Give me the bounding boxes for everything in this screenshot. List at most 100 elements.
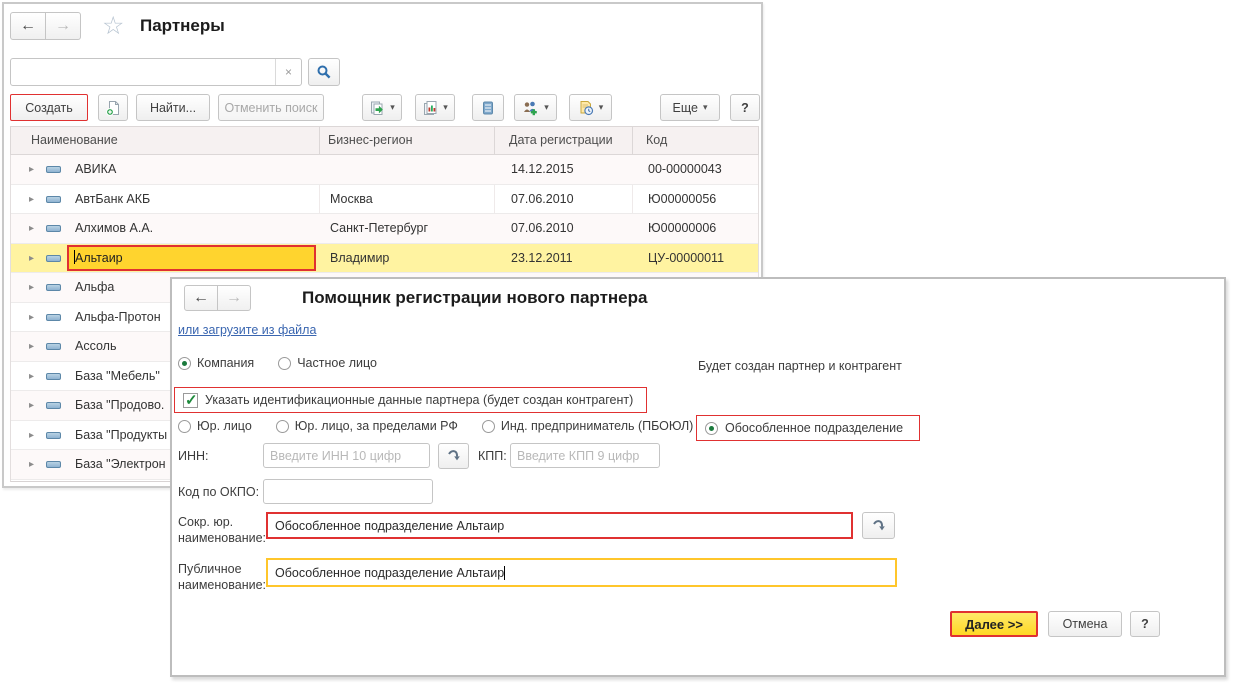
identify-data-checkbox[interactable] [183,393,198,408]
cell-name[interactable]: Алхимов А.А. [75,214,153,243]
back-icon: ← [193,289,209,307]
expand-arrow-icon[interactable]: ▸ [29,332,34,361]
create-button[interactable]: Создать [10,94,88,121]
expand-arrow-icon[interactable]: ▸ [29,155,34,184]
partner-item-icon [46,343,61,350]
column-divider [319,127,320,154]
cell-region[interactable]: Владимир [330,244,389,273]
wizard-title: Помощник регистрации нового партнера [302,288,647,308]
cell-name[interactable]: Альфа-Протон [75,303,161,332]
create-based-on-button[interactable]: ▾ [514,94,557,121]
cell-code[interactable]: Ю00000006 [648,214,716,243]
cell-name[interactable]: АвтБанк АКБ [75,185,150,214]
inn-input[interactable] [263,443,430,468]
selected-name-cell[interactable]: Альтаир [67,245,316,271]
table-row-selected[interactable]: ▸ Альтаир Владимир 23.12.2011 ЦУ-0000001… [11,244,758,274]
partner-item-icon [46,284,61,291]
search-icon [316,64,332,80]
reports-button[interactable]: ▾ [415,94,455,121]
output-list-button[interactable]: ▾ [362,94,402,121]
fill-arrow-icon [871,518,887,534]
cell-name[interactable]: Ассоль [75,332,116,361]
column-header-name[interactable]: Наименование [31,127,118,154]
expand-arrow-icon[interactable]: ▸ [29,362,34,391]
expand-arrow-icon[interactable]: ▸ [29,185,34,214]
inn-label: ИНН: [178,449,209,463]
expand-arrow-icon[interactable]: ▸ [29,244,34,273]
help-button[interactable]: ? [730,94,760,121]
radio-legal-foreign[interactable] [276,420,289,433]
cell-name[interactable]: Альфа [75,273,114,302]
table-row[interactable]: ▸ АВИКА 14.12.2015 00-00000043 [11,155,758,185]
search-box: × [10,58,302,86]
cell-date[interactable]: 14.12.2015 [511,155,574,184]
cell-name[interactable]: База "Мебель" [75,362,160,391]
history-button[interactable]: ▾ [569,94,612,121]
table-row[interactable]: ▸ Алхимов А.А. Санкт-Петербург 07.06.201… [11,214,758,244]
column-header-date[interactable]: Дата регистрации [509,127,613,154]
expand-arrow-icon[interactable]: ▸ [29,303,34,332]
partner-item-icon [46,196,61,203]
more-button[interactable]: Еще ▾ [660,94,720,121]
fill-public-name-button[interactable] [862,512,895,539]
wizard-history-nav: ← → [184,285,251,311]
favorite-star-icon[interactable]: ☆ [102,14,124,39]
partner-item-icon [46,314,61,321]
kpp-input[interactable] [510,443,660,468]
forward-button[interactable]: → [45,12,81,40]
forward-button[interactable]: → [217,285,251,311]
back-button[interactable]: ← [184,285,218,311]
back-button[interactable]: ← [10,12,46,40]
short-name-input[interactable]: Обособленное подразделение Альтаир [266,512,853,539]
load-from-file-link[interactable]: или загрузите из файла [178,323,316,337]
find-button[interactable]: Найти... [136,94,210,121]
radio-individual[interactable] [278,357,291,370]
cell-date[interactable]: 07.06.2010 [511,185,574,214]
fill-by-inn-button[interactable] [438,443,469,469]
column-header-region[interactable]: Бизнес-регион [328,127,413,154]
radio-company[interactable] [178,357,191,370]
expand-arrow-icon[interactable]: ▸ [29,214,34,243]
cell-region[interactable]: Москва [330,185,373,214]
cell-date[interactable]: 07.06.2010 [511,214,574,243]
export-list-icon [369,100,385,116]
search-input[interactable] [11,59,275,85]
expand-arrow-icon[interactable]: ▸ [29,273,34,302]
public-name-label-line2: наименование: [178,578,266,592]
cell-date[interactable]: 23.12.2011 [511,244,573,273]
cell-code[interactable]: ЦУ-00000011 [648,244,724,273]
public-name-label-line1: Публичное [178,562,242,576]
cell-name[interactable]: База "Продово. [75,391,164,420]
expand-arrow-icon[interactable]: ▸ [29,450,34,479]
column-header-code[interactable]: Код [646,127,667,154]
cell-region[interactable]: Санкт-Петербург [330,214,428,243]
radio-entrepreneur-label: Инд. предприниматель (ПБОЮЛ) [501,419,693,433]
radio-separate-division[interactable] [705,422,718,435]
page-title: Партнеры [140,16,225,36]
kpp-label: КПП: [478,449,507,463]
wizard-help-button[interactable]: ? [1130,611,1160,637]
dropdown-arrow-icon: ▾ [544,102,549,113]
table-row[interactable]: ▸ АвтБанк АКБ Москва 07.06.2010 Ю0000005… [11,185,758,215]
creation-note: Будет создан партнер и контрагент [698,359,902,373]
search-button[interactable] [308,58,340,86]
list-view-button[interactable] [472,94,504,121]
public-name-input[interactable]: Обособленное подразделение Альтаир [266,558,897,587]
cell-name[interactable]: АВИКА [75,155,116,184]
create-new-item-button[interactable] [98,94,128,121]
cancel-search-button[interactable]: Отменить поиск [218,94,324,121]
cell-name[interactable]: База "Электрон [75,450,166,479]
next-button[interactable]: Далее >> [950,611,1038,637]
cell-name[interactable]: База "Продукты [75,421,167,450]
okpo-input[interactable] [263,479,433,504]
expand-arrow-icon[interactable]: ▸ [29,421,34,450]
radio-legal-entity[interactable] [178,420,191,433]
cancel-search-label: Отменить поиск [225,101,318,115]
cancel-button[interactable]: Отмена [1048,611,1122,637]
cell-code[interactable]: 00-00000043 [648,155,722,184]
radio-entrepreneur[interactable] [482,420,495,433]
clear-search-icon[interactable]: × [275,59,301,85]
radio-legal-entity-label: Юр. лицо [197,419,252,433]
expand-arrow-icon[interactable]: ▸ [29,391,34,420]
cell-code[interactable]: Ю00000056 [648,185,716,214]
